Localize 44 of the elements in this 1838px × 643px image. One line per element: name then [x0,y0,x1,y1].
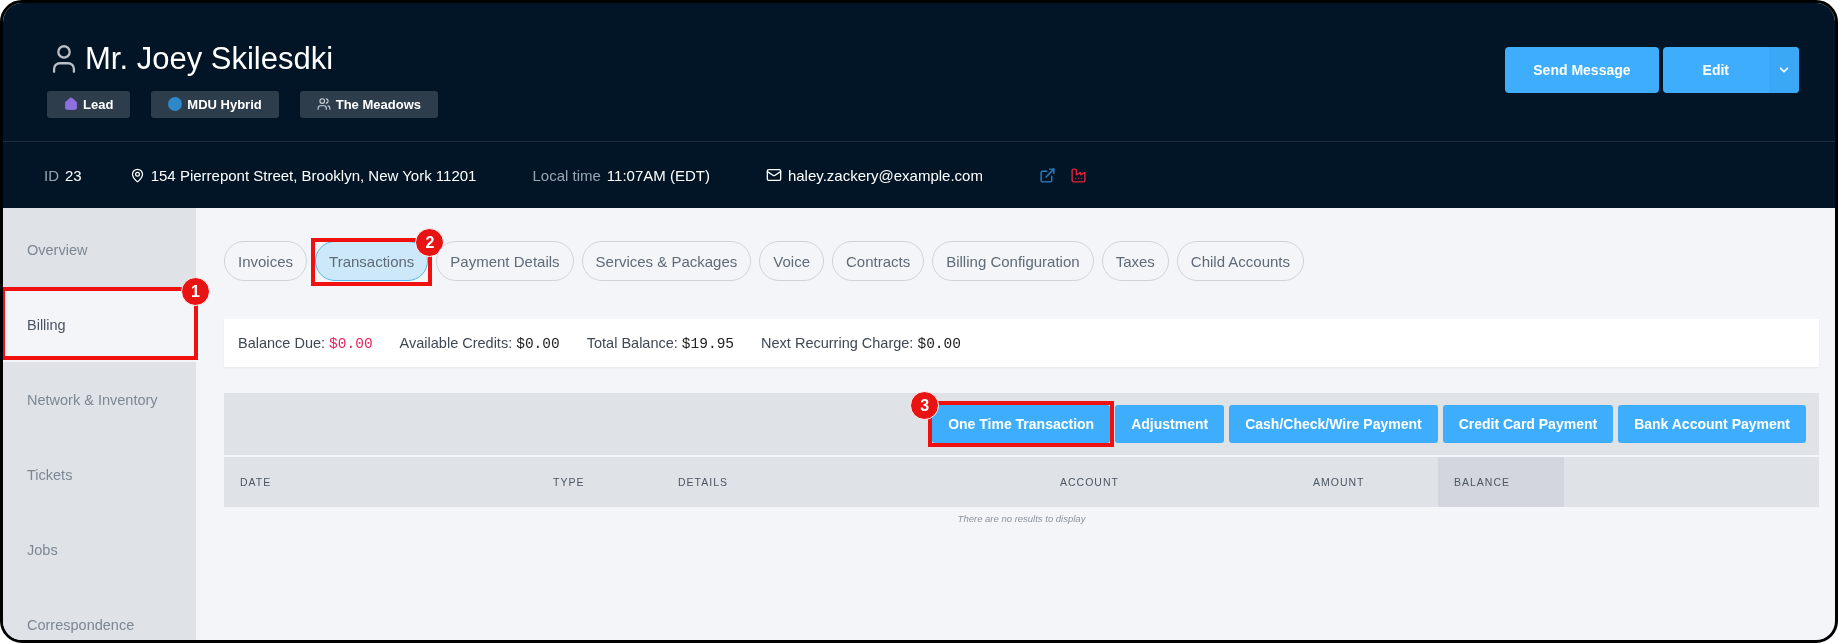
dot-icon [168,97,183,111]
tab[interactable]: Child Accounts [1176,241,1305,281]
tab[interactable]: Taxes [1101,241,1169,281]
balance-item: Available Credits: $0.00 [399,334,560,352]
step-number-badge: 3 [910,391,940,420]
tab[interactable]: Payment Details [436,241,574,281]
dropdown-toggle[interactable] [1769,47,1799,93]
tab[interactable]: Invoices [224,241,308,281]
sidebar-item[interactable]: Correspondence [3,587,196,640]
column-header[interactable]: AMOUNT [1297,457,1438,507]
house-icon [64,97,78,111]
sidebar-item[interactable]: Network & Inventory [3,362,196,437]
tab[interactable]: Contracts [832,241,925,281]
column-header[interactable]: DETAILS [662,457,1044,507]
email-text: haley.zackery@example.com [787,166,983,184]
tab[interactable]: Billing Configuration [932,241,1094,281]
external-link-icon[interactable] [1038,166,1056,184]
column-header[interactable]: TYPE [537,457,662,507]
column-header[interactable]: ACCOUNT [1044,457,1297,507]
balance-item: Next Recurring Charge: $0.00 [761,334,961,352]
customer-tag: MDU Hybrid [151,90,279,118]
customer-tag: Lead [47,90,131,118]
local-time-value: 11:07AM (EDT) [606,166,710,184]
id-value: 23 [65,166,82,184]
id-label: ID [44,166,59,184]
address-text: 154 Pierrepont Street, Brooklyn, New York 11201 [150,166,477,184]
local-time-label: Local time [532,166,601,184]
column-header[interactable]: BALANCE [1438,457,1564,507]
factory-icon[interactable] [1069,166,1087,184]
step-number-badge: 1 [181,277,210,306]
mail-icon [765,167,782,183]
column-header[interactable]: DATE [224,457,537,507]
sidebar-item[interactable]: Tickets [3,437,196,512]
tab[interactable]: Voice [759,241,824,281]
sidebar-item[interactable]: Jobs [3,512,196,587]
step-number-badge: 2 [415,228,445,257]
customer-name: Mr. Joey Skilesdki [85,40,334,77]
balance-item: Balance Due: $0.00 [238,334,373,352]
users-icon [316,97,331,111]
empty-table-message: There are no results to display [956,512,1087,524]
tab[interactable]: Services & Packages [581,241,752,281]
customer-tag: The Meadows [299,90,438,118]
balance-item: Total Balance: $19.95 [586,334,735,352]
location-pin-icon [129,167,145,183]
